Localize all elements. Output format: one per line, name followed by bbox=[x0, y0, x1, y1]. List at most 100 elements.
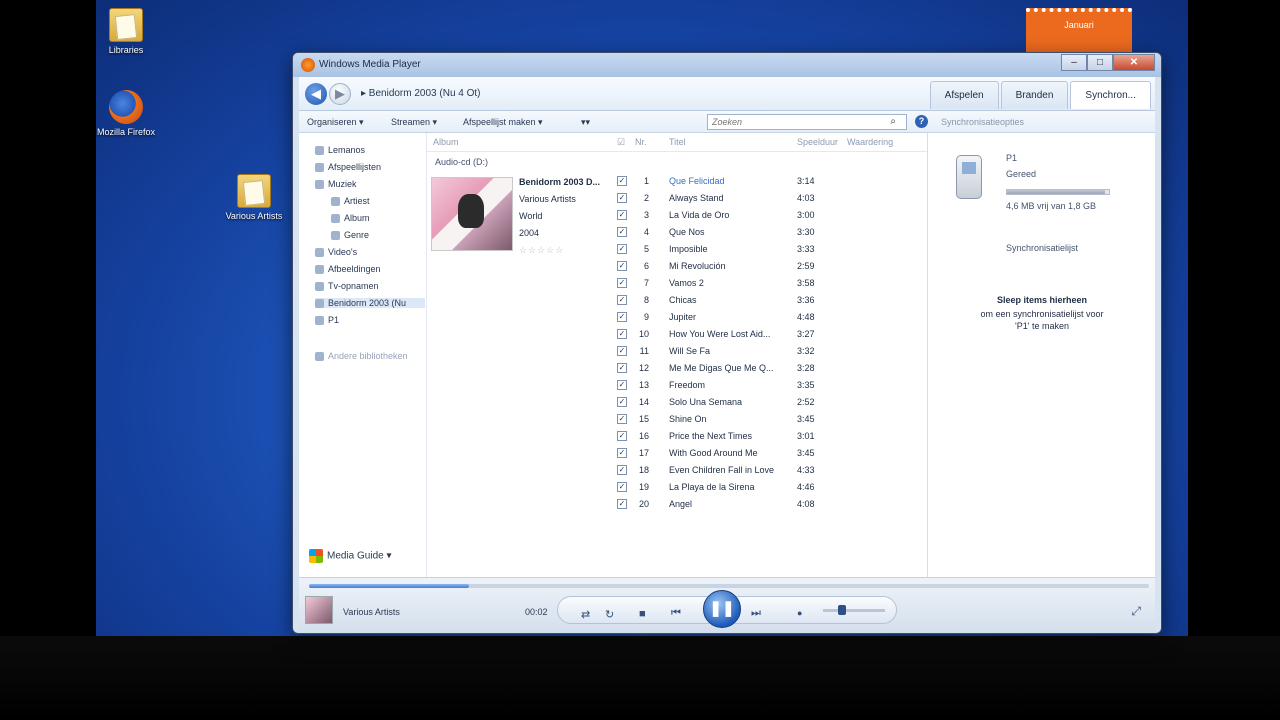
track-checkbox[interactable]: ✓ bbox=[617, 176, 627, 186]
track-row[interactable]: ✓ 2 Always Stand 4:03 bbox=[617, 190, 927, 207]
nav-item-videos[interactable]: Video's bbox=[315, 247, 357, 258]
nav-item-other-libraries[interactable]: Andere bibliotheken bbox=[315, 351, 408, 362]
seek-bar[interactable] bbox=[309, 584, 1149, 588]
minimize-button[interactable]: – bbox=[1061, 54, 1087, 71]
nav-item-album[interactable]: Album bbox=[331, 213, 370, 224]
track-row[interactable]: ✓ 18 Even Children Fall in Love 4:33 bbox=[617, 462, 927, 479]
track-checkbox[interactable]: ✓ bbox=[617, 278, 627, 288]
album-art[interactable] bbox=[431, 177, 513, 251]
track-row[interactable]: ✓ 17 With Good Around Me 3:45 bbox=[617, 445, 927, 462]
nav-item-user[interactable]: Lemanos bbox=[315, 145, 365, 156]
volume-slider[interactable] bbox=[823, 609, 885, 612]
track-checkbox[interactable]: ✓ bbox=[617, 244, 627, 254]
search-input[interactable] bbox=[708, 115, 878, 129]
track-row[interactable]: ✓ 19 La Playa de la Sirena 4:46 bbox=[617, 479, 927, 496]
title-bar[interactable]: Windows Media Player – □ ✕ bbox=[293, 53, 1161, 77]
track-row[interactable]: ✓ 6 Mi Revolución 2:59 bbox=[617, 258, 927, 275]
repeat-button[interactable]: ↻ bbox=[605, 608, 614, 621]
track-checkbox[interactable]: ✓ bbox=[617, 346, 627, 356]
column-header-check[interactable]: ☑ bbox=[617, 137, 625, 148]
fullscreen-icon[interactable]: ⤢ bbox=[1131, 604, 1141, 619]
tab-burn[interactable]: Branden bbox=[1000, 81, 1069, 109]
nav-item-playlists[interactable]: Afspeellijsten bbox=[315, 162, 381, 173]
track-checkbox[interactable]: ✓ bbox=[617, 261, 627, 271]
now-playing-art[interactable] bbox=[305, 596, 333, 624]
desktop-icon-libraries[interactable]: Libraries bbox=[96, 8, 156, 56]
more-menu[interactable]: ▾▾ bbox=[581, 117, 590, 128]
pause-button[interactable]: ❚❚ bbox=[703, 590, 741, 628]
track-checkbox[interactable]: ✓ bbox=[617, 227, 627, 237]
track-row[interactable]: ✓ 20 Angel 4:08 bbox=[617, 496, 927, 513]
forward-button[interactable]: ▶ bbox=[329, 83, 351, 105]
track-checkbox[interactable]: ✓ bbox=[617, 414, 627, 424]
shuffle-button[interactable]: ⇄ bbox=[581, 608, 590, 621]
track-row[interactable]: ✓ 9 Jupiter 4:48 bbox=[617, 309, 927, 326]
tab-sync[interactable]: Synchron... bbox=[1070, 81, 1151, 109]
track-row[interactable]: ✓ 1 Que Felicidad 3:14 bbox=[617, 173, 927, 190]
track-checkbox[interactable]: ✓ bbox=[617, 363, 627, 373]
calendar-gadget[interactable]: Januari bbox=[1026, 8, 1132, 58]
nav-item-label: Tv-opnamen bbox=[328, 281, 379, 291]
nav-item-cd[interactable]: Benidorm 2003 (Nu bbox=[315, 298, 425, 309]
previous-button[interactable]: ⏮ bbox=[671, 607, 681, 620]
tab-play[interactable]: Afspelen bbox=[929, 81, 999, 109]
track-checkbox[interactable]: ✓ bbox=[617, 312, 627, 322]
create-playlist-menu[interactable]: Afspeellijst maken ▾ bbox=[463, 117, 543, 128]
navigation-pane: Lemanos Afspeellijsten Muziek Artiest Al… bbox=[299, 133, 427, 577]
track-row[interactable]: ✓ 7 Vamos 2 3:58 bbox=[617, 275, 927, 292]
track-row[interactable]: ✓ 14 Solo Una Semana 2:52 bbox=[617, 394, 927, 411]
media-guide-button[interactable]: Media Guide ▾ bbox=[309, 549, 392, 563]
track-row[interactable]: ✓ 3 La Vida de Oro 3:00 bbox=[617, 207, 927, 224]
column-header-album[interactable]: Album bbox=[433, 137, 459, 147]
nav-item-label: Afbeeldingen bbox=[328, 264, 381, 274]
volume-thumb[interactable] bbox=[837, 605, 846, 615]
column-header-rating[interactable]: Waardering bbox=[847, 137, 893, 147]
track-checkbox[interactable]: ✓ bbox=[617, 397, 627, 407]
track-checkbox[interactable]: ✓ bbox=[617, 295, 627, 305]
track-row[interactable]: ✓ 12 Me Me Digas Que Me Q... 3:28 bbox=[617, 360, 927, 377]
mute-button[interactable]: ● bbox=[797, 608, 802, 618]
album-rating-stars[interactable]: ☆☆☆☆☆ bbox=[519, 245, 564, 256]
search-box[interactable]: ⌕ bbox=[707, 114, 907, 130]
track-checkbox[interactable]: ✓ bbox=[617, 210, 627, 220]
track-length: 4:46 bbox=[797, 482, 815, 492]
nav-item-pictures[interactable]: Afbeeldingen bbox=[315, 264, 381, 275]
track-checkbox[interactable]: ✓ bbox=[617, 193, 627, 203]
track-row[interactable]: ✓ 4 Que Nos 3:30 bbox=[617, 224, 927, 241]
sync-options-menu[interactable]: Synchronisatieopties bbox=[941, 117, 1024, 127]
next-button[interactable]: ⏭ bbox=[751, 607, 761, 620]
track-checkbox[interactable]: ✓ bbox=[617, 329, 627, 339]
desktop-icon-various-artists[interactable]: Various Artists bbox=[224, 174, 284, 222]
track-row[interactable]: ✓ 15 Shine On 3:45 bbox=[617, 411, 927, 428]
nav-item-recorded-tv[interactable]: Tv-opnamen bbox=[315, 281, 379, 292]
stop-button[interactable]: ■ bbox=[639, 608, 646, 620]
back-button[interactable]: ◀ bbox=[305, 83, 327, 105]
nav-item-genre[interactable]: Genre bbox=[331, 230, 369, 241]
close-button[interactable]: ✕ bbox=[1113, 54, 1155, 71]
column-header-number[interactable]: Nr. bbox=[635, 137, 647, 147]
track-checkbox[interactable]: ✓ bbox=[617, 499, 627, 509]
track-checkbox[interactable]: ✓ bbox=[617, 465, 627, 475]
column-header-length[interactable]: Speelduur bbox=[797, 137, 838, 147]
search-icon[interactable]: ⌕ bbox=[890, 116, 896, 127]
track-row[interactable]: ✓ 5 Imposible 3:33 bbox=[617, 241, 927, 258]
track-checkbox[interactable]: ✓ bbox=[617, 448, 627, 458]
nav-item-music[interactable]: Muziek bbox=[315, 179, 357, 190]
desktop-icon-firefox[interactable]: Mozilla Firefox bbox=[96, 90, 156, 138]
maximize-button[interactable]: □ bbox=[1087, 54, 1113, 71]
track-row[interactable]: ✓ 11 Will Se Fa 3:32 bbox=[617, 343, 927, 360]
track-checkbox[interactable]: ✓ bbox=[617, 482, 627, 492]
column-header-title[interactable]: Titel bbox=[669, 137, 686, 147]
track-row[interactable]: ✓ 13 Freedom 3:35 bbox=[617, 377, 927, 394]
track-checkbox[interactable]: ✓ bbox=[617, 380, 627, 390]
track-row[interactable]: ✓ 10 How You Were Lost Aid... 3:27 bbox=[617, 326, 927, 343]
track-row[interactable]: ✓ 16 Price the Next Times 3:01 bbox=[617, 428, 927, 445]
help-icon[interactable]: ? bbox=[915, 115, 928, 128]
nav-item-artist[interactable]: Artiest bbox=[331, 196, 370, 207]
stream-menu[interactable]: Streamen ▾ bbox=[391, 117, 437, 128]
nav-item-device[interactable]: P1 bbox=[315, 315, 339, 326]
organize-menu[interactable]: Organiseren ▾ bbox=[307, 117, 364, 128]
breadcrumb[interactable]: ▸ Benidorm 2003 (Nu 4 Ot) bbox=[361, 88, 481, 99]
track-row[interactable]: ✓ 8 Chicas 3:36 bbox=[617, 292, 927, 309]
track-checkbox[interactable]: ✓ bbox=[617, 431, 627, 441]
